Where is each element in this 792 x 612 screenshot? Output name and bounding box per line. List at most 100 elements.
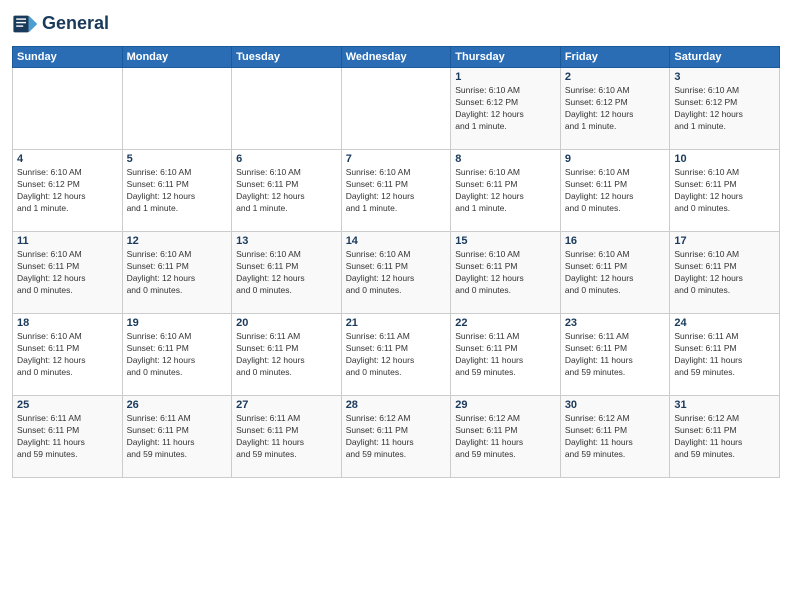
- calendar-cell: 18 Sunrise: 6:10 AM Sunset: 6:11 PM Dayli…: [13, 314, 123, 396]
- day-number: 2: [565, 71, 666, 83]
- calendar-week-3: 11 Sunrise: 6:10 AM Sunset: 6:11 PM Dayli…: [13, 232, 780, 314]
- calendar-week-5: 25 Sunrise: 6:11 AM Sunset: 6:11 PM Dayli…: [13, 396, 780, 478]
- calendar-cell: 14 Sunrise: 6:10 AM Sunset: 6:11 PM Dayli…: [341, 232, 451, 314]
- weekday-header-monday: Monday: [122, 47, 232, 68]
- calendar-cell: 15Sunrise: 6:10 AM Sunset: 6:11 PM Dayli…: [451, 232, 561, 314]
- day-number: 22: [455, 317, 556, 329]
- day-number: 13: [236, 235, 337, 247]
- calendar-cell: 31Sunrise: 6:12 AM Sunset: 6:11 PM Dayli…: [670, 396, 780, 478]
- day-info: Sunrise: 6:10 AM Sunset: 6:11 PM Dayligh…: [455, 167, 556, 215]
- day-info: Sunrise: 6:12 AM Sunset: 6:11 PM Dayligh…: [346, 413, 447, 461]
- calendar-cell: 4 Sunrise: 6:10 AM Sunset: 6:12 PM Daylig…: [13, 150, 123, 232]
- calendar-cell: 8 Sunrise: 6:10 AM Sunset: 6:11 PM Daylig…: [451, 150, 561, 232]
- calendar-cell: 2Sunrise: 6:10 AM Sunset: 6:12 PM Daylig…: [560, 68, 670, 150]
- day-info: Sunrise: 6:10 AM Sunset: 6:11 PM Dayligh…: [236, 249, 337, 297]
- day-number: 3: [674, 71, 775, 83]
- calendar-cell: 16 Sunrise: 6:10 AM Sunset: 6:11 PM Dayli…: [560, 232, 670, 314]
- day-info: Sunrise: 6:10 AM Sunset: 6:11 PM Dayligh…: [565, 249, 666, 297]
- calendar-cell: [341, 68, 451, 150]
- day-number: 14: [346, 235, 447, 247]
- day-number: 30: [565, 399, 666, 411]
- calendar-cell: [232, 68, 342, 150]
- day-number: 20: [236, 317, 337, 329]
- calendar-cell: 17Sunrise: 6:10 AM Sunset: 6:11 PM Dayli…: [670, 232, 780, 314]
- weekday-header-tuesday: Tuesday: [232, 47, 342, 68]
- day-info: Sunrise: 6:10 AM Sunset: 6:12 PM Dayligh…: [17, 167, 118, 215]
- calendar-cell: 6Sunrise: 6:10 AM Sunset: 6:11 PM Daylig…: [232, 150, 342, 232]
- calendar-cell: 22 Sunrise: 6:11 AM Sunset: 6:11 PM Dayli…: [451, 314, 561, 396]
- day-number: 1: [455, 71, 556, 83]
- day-number: 31: [674, 399, 775, 411]
- calendar-table: SundayMondayTuesdayWednesdayThursdayFrid…: [12, 46, 780, 478]
- calendar-cell: 27Sunrise: 6:11 AM Sunset: 6:11 PM Dayli…: [232, 396, 342, 478]
- day-number: 6: [236, 153, 337, 165]
- calendar-cell: 11Sunrise: 6:10 AM Sunset: 6:11 PM Dayli…: [13, 232, 123, 314]
- day-info: Sunrise: 6:10 AM Sunset: 6:11 PM Dayligh…: [346, 249, 447, 297]
- day-number: 25: [17, 399, 118, 411]
- day-number: 29: [455, 399, 556, 411]
- day-info: Sunrise: 6:10 AM Sunset: 6:11 PM Dayligh…: [346, 167, 447, 215]
- calendar-cell: 10 Sunrise: 6:10 AM Sunset: 6:11 PM Dayli…: [670, 150, 780, 232]
- day-number: 24: [674, 317, 775, 329]
- calendar-cell: 21 Sunrise: 6:11 AM Sunset: 6:11 PM Dayli…: [341, 314, 451, 396]
- day-info: Sunrise: 6:10 AM Sunset: 6:11 PM Dayligh…: [565, 167, 666, 215]
- logo-text: General: [42, 14, 109, 34]
- calendar-cell: 9Sunrise: 6:10 AM Sunset: 6:11 PM Daylig…: [560, 150, 670, 232]
- day-info: Sunrise: 6:10 AM Sunset: 6:11 PM Dayligh…: [127, 249, 228, 297]
- day-info: Sunrise: 6:11 AM Sunset: 6:11 PM Dayligh…: [236, 331, 337, 379]
- day-number: 8: [455, 153, 556, 165]
- day-number: 18: [17, 317, 118, 329]
- calendar-week-4: 18 Sunrise: 6:10 AM Sunset: 6:11 PM Dayli…: [13, 314, 780, 396]
- day-number: 4: [17, 153, 118, 165]
- day-info: Sunrise: 6:11 AM Sunset: 6:11 PM Dayligh…: [346, 331, 447, 379]
- calendar-cell: 30 Sunrise: 6:12 AM Sunset: 6:11 PM Dayli…: [560, 396, 670, 478]
- day-number: 15: [455, 235, 556, 247]
- day-info: Sunrise: 6:11 AM Sunset: 6:11 PM Dayligh…: [565, 331, 666, 379]
- weekday-header-sunday: Sunday: [13, 47, 123, 68]
- day-info: Sunrise: 6:10 AM Sunset: 6:11 PM Dayligh…: [127, 331, 228, 379]
- calendar-cell: 26Sunrise: 6:11 AM Sunset: 6:11 PM Dayli…: [122, 396, 232, 478]
- day-info: Sunrise: 6:10 AM Sunset: 6:11 PM Dayligh…: [127, 167, 228, 215]
- day-info: Sunrise: 6:11 AM Sunset: 6:11 PM Dayligh…: [236, 413, 337, 461]
- day-number: 21: [346, 317, 447, 329]
- calendar-cell: 13 Sunrise: 6:10 AM Sunset: 6:11 PM Dayli…: [232, 232, 342, 314]
- day-number: 11: [17, 235, 118, 247]
- calendar-cell: 5 Sunrise: 6:10 AM Sunset: 6:11 PM Daylig…: [122, 150, 232, 232]
- day-info: Sunrise: 6:12 AM Sunset: 6:11 PM Dayligh…: [565, 413, 666, 461]
- day-number: 28: [346, 399, 447, 411]
- weekday-header-wednesday: Wednesday: [341, 47, 451, 68]
- calendar-cell: 28 Sunrise: 6:12 AM Sunset: 6:11 PM Dayli…: [341, 396, 451, 478]
- calendar-cell: 3 Sunrise: 6:10 AM Sunset: 6:12 PM Daylig…: [670, 68, 780, 150]
- day-info: Sunrise: 6:11 AM Sunset: 6:11 PM Dayligh…: [455, 331, 556, 379]
- calendar-header-row: SundayMondayTuesdayWednesdayThursdayFrid…: [13, 47, 780, 68]
- day-info: Sunrise: 6:10 AM Sunset: 6:11 PM Dayligh…: [674, 167, 775, 215]
- day-number: 7: [346, 153, 447, 165]
- logo-icon: [12, 10, 40, 38]
- day-number: 10: [674, 153, 775, 165]
- day-number: 17: [674, 235, 775, 247]
- day-info: Sunrise: 6:10 AM Sunset: 6:12 PM Dayligh…: [455, 85, 556, 133]
- calendar-cell: 20 Sunrise: 6:11 AM Sunset: 6:11 PM Dayli…: [232, 314, 342, 396]
- calendar-cell: [13, 68, 123, 150]
- logo: General: [12, 10, 109, 38]
- calendar-cell: 23Sunrise: 6:11 AM Sunset: 6:11 PM Dayli…: [560, 314, 670, 396]
- header: General: [12, 10, 780, 38]
- calendar-cell: 24 Sunrise: 6:11 AM Sunset: 6:11 PM Dayli…: [670, 314, 780, 396]
- calendar-cell: 12 Sunrise: 6:10 AM Sunset: 6:11 PM Dayli…: [122, 232, 232, 314]
- day-info: Sunrise: 6:10 AM Sunset: 6:11 PM Dayligh…: [17, 331, 118, 379]
- day-number: 16: [565, 235, 666, 247]
- day-number: 12: [127, 235, 228, 247]
- calendar-cell: 29 Sunrise: 6:12 AM Sunset: 6:11 PM Dayli…: [451, 396, 561, 478]
- day-info: Sunrise: 6:11 AM Sunset: 6:11 PM Dayligh…: [674, 331, 775, 379]
- weekday-header-thursday: Thursday: [451, 47, 561, 68]
- day-info: Sunrise: 6:11 AM Sunset: 6:11 PM Dayligh…: [17, 413, 118, 461]
- calendar-week-1: 1 Sunrise: 6:10 AM Sunset: 6:12 PM Daylig…: [13, 68, 780, 150]
- day-number: 5: [127, 153, 228, 165]
- day-info: Sunrise: 6:12 AM Sunset: 6:11 PM Dayligh…: [455, 413, 556, 461]
- calendar-cell: 19 Sunrise: 6:10 AM Sunset: 6:11 PM Dayli…: [122, 314, 232, 396]
- day-info: Sunrise: 6:10 AM Sunset: 6:12 PM Dayligh…: [674, 85, 775, 133]
- calendar-cell: [122, 68, 232, 150]
- weekday-header-friday: Friday: [560, 47, 670, 68]
- day-number: 19: [127, 317, 228, 329]
- weekday-header-saturday: Saturday: [670, 47, 780, 68]
